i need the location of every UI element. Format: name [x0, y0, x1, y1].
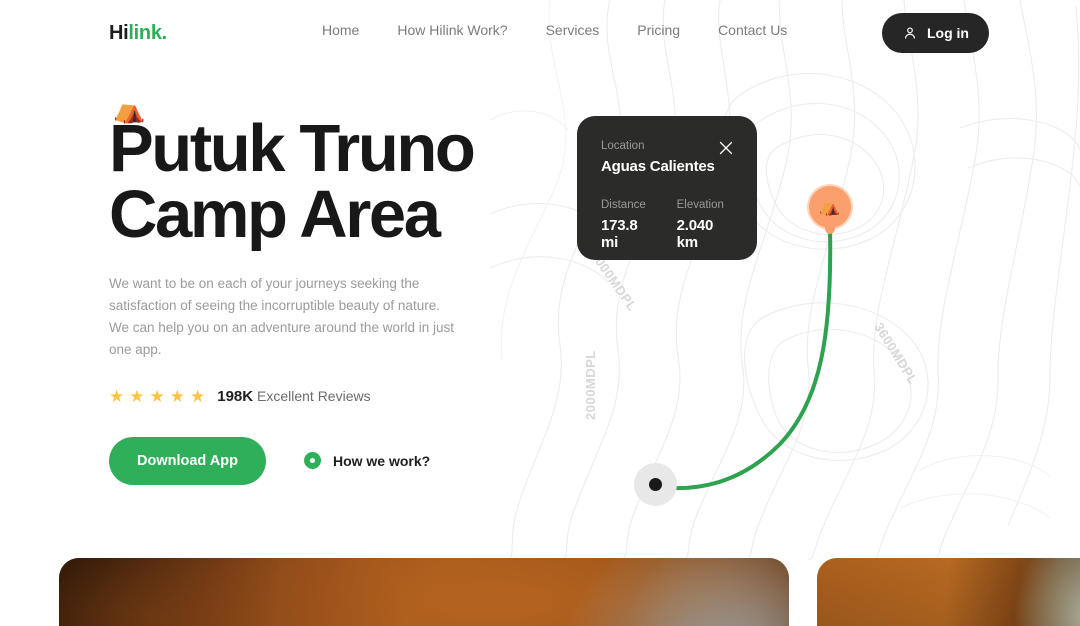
start-dot-icon [649, 478, 662, 491]
star-icon: ★ [149, 386, 165, 406]
map-pin-campsite[interactable]: ⛺ [809, 186, 851, 234]
map-start-marker[interactable] [634, 463, 677, 506]
distance-label: Distance [601, 198, 646, 211]
nav-item-services[interactable]: Services [546, 22, 600, 38]
map-card-location-row: Location Aguas Calientes [601, 140, 733, 175]
star-icon: ★ [109, 386, 125, 406]
contour-label-2000: 2000MDPL [583, 350, 598, 420]
how-we-work-link[interactable]: How we work? [303, 452, 431, 470]
camp-card[interactable]: Mountain View Camp Somewhere in the Wild [817, 558, 1080, 626]
login-button[interactable]: Log in [882, 13, 989, 53]
login-button-label: Log in [927, 25, 969, 41]
camp-card-image [59, 558, 789, 626]
hero-description: We want to be on each of your journeys s… [109, 276, 454, 357]
camp-card-image [817, 558, 1080, 626]
star-icon: ★ [190, 386, 206, 406]
reviews-count: 198K [217, 387, 254, 405]
contour-label-3600: 3600MDPL [871, 320, 921, 388]
location-value: Aguas Calientes [601, 157, 715, 175]
logo-text-accent: link. [128, 22, 167, 44]
distance-stat: Distance 173.8 mi [601, 199, 654, 251]
close-icon[interactable] [719, 141, 733, 155]
elevation-label: Elevation [676, 198, 724, 211]
hero-section: ⛺ Putuk Truno Camp Area We want to be on… [109, 96, 509, 485]
page-title-line-1: Putuk Truno [109, 111, 476, 186]
nav-item-how-hilink-work[interactable]: How Hilink Work? [397, 22, 507, 38]
nav-item-pricing[interactable]: Pricing [637, 22, 680, 38]
user-icon [905, 27, 915, 39]
logo[interactable]: Hilink. [109, 22, 167, 45]
reviews-caption: Excellent Reviews [257, 387, 371, 404]
navbar: Hilink. Home How Hilink Work? Services P… [0, 0, 1080, 66]
page-title: Putuk Truno Camp Area [109, 115, 509, 248]
location-label: Location [601, 140, 645, 152]
cta-row: Download App How we work? [109, 436, 509, 485]
elevation-value: 2.040 km [676, 216, 714, 251]
map-card-stats: Distance 173.8 mi Elevation 2.040 km [601, 199, 733, 251]
map-info-card: Location Aguas Calientes Distance 173.8 … [577, 116, 757, 260]
reviews-label: 198K Excellent Reviews [217, 388, 370, 405]
how-we-work-label: How we work? [332, 452, 431, 469]
nav-item-home[interactable]: Home [322, 22, 359, 38]
star-rating: ★ ★ ★ ★ ★ [109, 388, 205, 405]
logo-text-primary: Hi [109, 22, 129, 44]
distance-value: 173.8 mi [601, 216, 638, 251]
nav-links: Home How Hilink Work? Services Pricing C… [322, 22, 787, 38]
nav-item-contact-us[interactable]: Contact Us [718, 22, 787, 38]
star-icon: ★ [129, 386, 145, 406]
page-title-line-2: Camp Area [109, 176, 441, 252]
elevation-stat: Elevation 2.040 km [677, 199, 733, 251]
download-app-button[interactable]: Download App [109, 436, 266, 485]
tent-icon: ⛺ [819, 197, 841, 216]
landing-page: 2000MDPL 3000MDPL 3600MDPL ⛺ Hilink. Hom… [0, 0, 1080, 626]
topographic-map [490, 0, 1080, 560]
star-icon: ★ [169, 386, 185, 406]
reviews-block: ★ ★ ★ ★ ★ 198K Excellent Reviews [109, 388, 509, 405]
play-circle-icon [303, 452, 321, 470]
camp-card[interactable]: Putuk Truno Camp Prigen, Pasuruan [59, 558, 789, 626]
